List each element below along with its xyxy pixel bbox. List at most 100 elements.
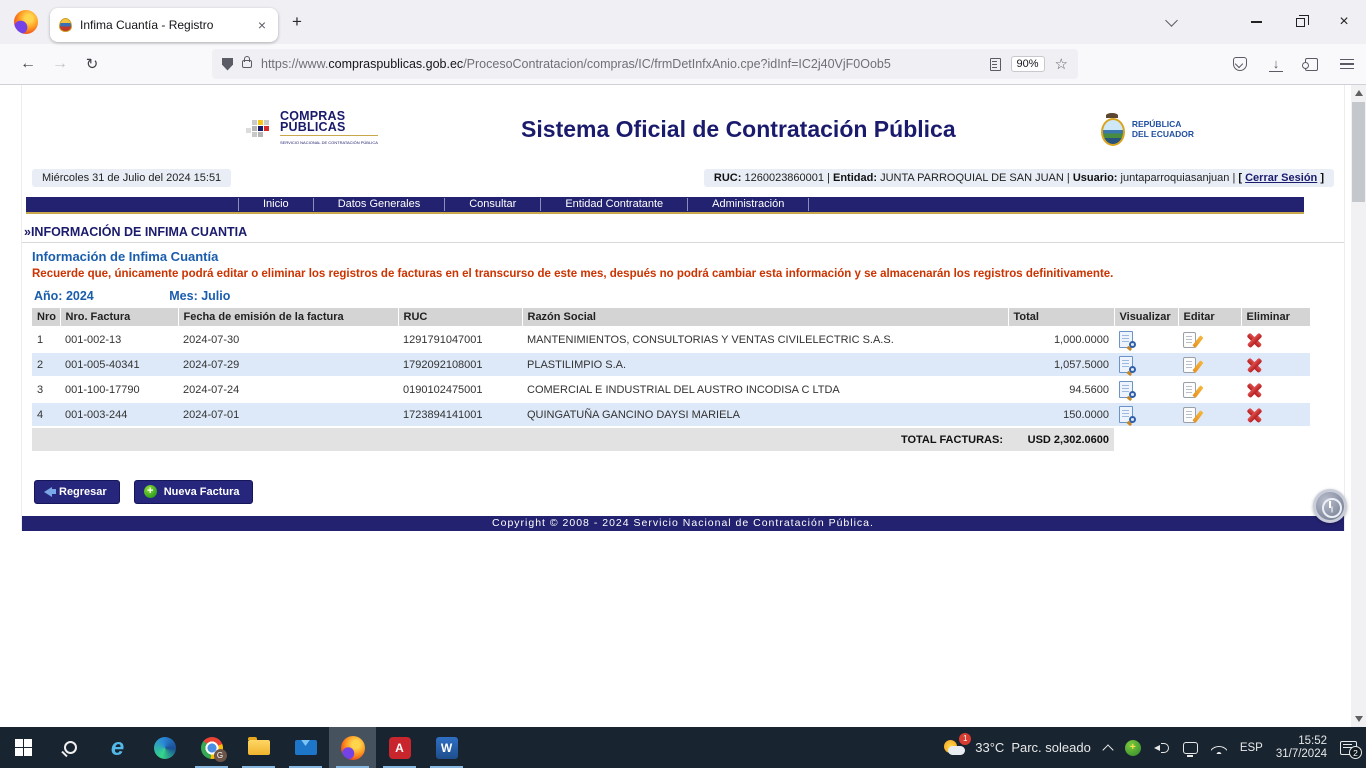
tracking-shield-icon[interactable] (222, 58, 233, 71)
tab-close-icon[interactable]: × (255, 17, 269, 33)
cell-fecha: 2024-07-01 (178, 402, 398, 427)
section-title: Información de Infima Cuantía (32, 249, 1344, 264)
republic-line2: DEL ECUADOR (1132, 129, 1194, 139)
invoices-table: Nro Nro. Factura Fecha de emisión de la … (32, 308, 1311, 453)
taskbar-edge-button[interactable] (141, 727, 188, 768)
nav-item-administracion[interactable]: Administración (688, 198, 809, 211)
tab-list-chevron-icon[interactable] (1165, 14, 1178, 27)
table-row: 4 001-003-244 2024-07-01 1723894141001 Q… (32, 402, 1310, 427)
cell-razon: COMERCIAL E INDUSTRIAL DEL AUSTRO INCODI… (522, 377, 1008, 402)
pocket-icon[interactable] (1233, 57, 1247, 71)
user-label: Usuario: (1073, 172, 1118, 184)
taskbar-explorer-button[interactable] (235, 727, 282, 768)
logo-tagline: SERVICIO NACIONAL DE CONTRATACIÓN PÚBLIC… (280, 135, 378, 148)
taskbar-firefox-button[interactable] (329, 727, 376, 768)
edit-invoice-icon[interactable] (1183, 382, 1196, 398)
cell-ruc: 1723894141001 (398, 402, 522, 427)
taskbar-ie-button[interactable]: e (94, 727, 141, 768)
cell-nro: 3 (32, 377, 60, 402)
edit-invoice-icon[interactable] (1183, 407, 1196, 423)
minimize-button[interactable] (1234, 0, 1278, 44)
reload-button[interactable]: ↻ (76, 55, 108, 73)
delete-invoice-icon[interactable] (1246, 357, 1263, 373)
cell-ruc: 1792092108001 (398, 352, 522, 377)
taskbar-search-button[interactable] (47, 727, 94, 768)
table-row: 2 001-005-40341 2024-07-29 1792092108001… (32, 352, 1310, 377)
bookmark-star-icon[interactable]: ☆ (1055, 55, 1068, 73)
weather-widget[interactable]: 1 33°C Parc. soleado (942, 738, 1091, 758)
page-scrollbar[interactable] (1351, 85, 1366, 727)
page-content: COMPRAS PÚBLICAS SERVICIO NACIONAL DE CO… (21, 85, 1345, 531)
zoom-level-badge[interactable]: 90% (1011, 56, 1045, 72)
browser-tab[interactable]: Infima Cuantía - Registro × (50, 8, 278, 42)
ecuador-favicon-icon (59, 18, 72, 32)
nueva-factura-button[interactable]: + Nueva Factura (134, 480, 253, 504)
regresar-button[interactable]: Regresar (34, 480, 120, 504)
taskbar-time: 15:52 (1276, 735, 1327, 748)
volume-icon[interactable] (1154, 741, 1170, 755)
tab-title: Infima Cuantía - Registro (80, 18, 255, 32)
session-timer-widget[interactable] (1313, 489, 1347, 523)
ecuador-coat-of-arms-icon (1099, 113, 1125, 145)
word-icon: W (436, 737, 458, 759)
delete-invoice-icon[interactable] (1246, 407, 1263, 423)
lock-icon[interactable] (242, 60, 252, 68)
table-header-row: Nro Nro. Factura Fecha de emisión de la … (32, 308, 1310, 327)
tray-expand-chevron-icon[interactable] (1102, 744, 1113, 755)
total-value: USD 2,302.0600 (1008, 427, 1114, 452)
wifi-icon[interactable] (1211, 742, 1227, 754)
scroll-up-icon[interactable] (1355, 90, 1363, 96)
touch-keyboard-icon[interactable] (1183, 742, 1198, 754)
col-visualizar: Visualizar (1114, 308, 1178, 327)
reader-mode-icon[interactable] (990, 58, 1001, 71)
col-fecha: Fecha de emisión de la factura (178, 308, 398, 327)
taskbar-clock[interactable]: 15:52 31/7/2024 (1276, 735, 1327, 761)
taskbar-word-button[interactable]: W (423, 727, 470, 768)
scrollbar-thumb[interactable] (1352, 102, 1365, 202)
nav-item-inicio[interactable]: Inicio (238, 198, 314, 211)
url-text[interactable]: https://www.compraspublicas.gob.ec/Proce… (261, 57, 980, 71)
nav-item-consultar[interactable]: Consultar (445, 198, 541, 211)
view-invoice-icon[interactable] (1119, 356, 1133, 373)
search-icon (64, 741, 77, 754)
taskbar-mail-button[interactable] (282, 727, 329, 768)
start-button[interactable] (0, 727, 47, 768)
cell-total: 1,000.0000 (1008, 327, 1114, 352)
new-tab-button[interactable]: + (292, 12, 302, 32)
delete-invoice-icon[interactable] (1246, 332, 1263, 348)
view-invoice-icon[interactable] (1119, 381, 1133, 398)
taskbar-chrome-button[interactable]: G (188, 727, 235, 768)
logout-link[interactable]: Cerrar Sesión (1245, 172, 1317, 184)
antivirus-icon[interactable]: + (1125, 740, 1141, 756)
bracket: [ (1238, 172, 1242, 184)
republic-line1: REPÚBLICA (1132, 119, 1194, 129)
delete-invoice-icon[interactable] (1246, 382, 1263, 398)
cell-ruc: 0190102475001 (398, 377, 522, 402)
edit-invoice-icon[interactable] (1183, 332, 1196, 348)
notification-center-icon[interactable]: 2 (1340, 741, 1357, 755)
scroll-down-icon[interactable] (1355, 716, 1363, 722)
col-nro: Nro (32, 308, 60, 327)
cell-factura: 001-005-40341 (60, 352, 178, 377)
extensions-icon[interactable] (1305, 58, 1318, 71)
browser-toolbar: ← → ↻ https://www.compraspublicas.gob.ec… (0, 44, 1366, 85)
view-invoice-icon[interactable] (1119, 406, 1133, 423)
restore-button[interactable] (1278, 0, 1322, 44)
chrome-profile-badge: G (214, 749, 227, 762)
back-button[interactable]: ← (12, 55, 44, 73)
nav-item-entidad-contratante[interactable]: Entidad Contratante (541, 198, 688, 211)
view-invoice-icon[interactable] (1119, 331, 1133, 348)
table-row: 1 001-002-13 2024-07-30 1291791047001 MA… (32, 327, 1310, 352)
nav-item-datos-generales[interactable]: Datos Generales (314, 198, 446, 211)
taskbar-acrobat-button[interactable]: A (376, 727, 423, 768)
col-eliminar: Eliminar (1241, 308, 1310, 327)
logo-line2: PÚBLICAS (280, 122, 378, 133)
total-label: TOTAL FACTURAS: (32, 427, 1008, 452)
edit-invoice-icon[interactable] (1183, 357, 1196, 373)
hamburger-menu-icon[interactable] (1340, 59, 1354, 69)
url-bar[interactable]: https://www.compraspublicas.gob.ec/Proce… (212, 49, 1078, 79)
close-window-button[interactable]: × (1322, 0, 1366, 44)
month-value: Julio (201, 289, 230, 303)
downloads-icon[interactable]: ↓ (1269, 57, 1283, 72)
language-indicator[interactable]: ESP (1240, 742, 1263, 754)
